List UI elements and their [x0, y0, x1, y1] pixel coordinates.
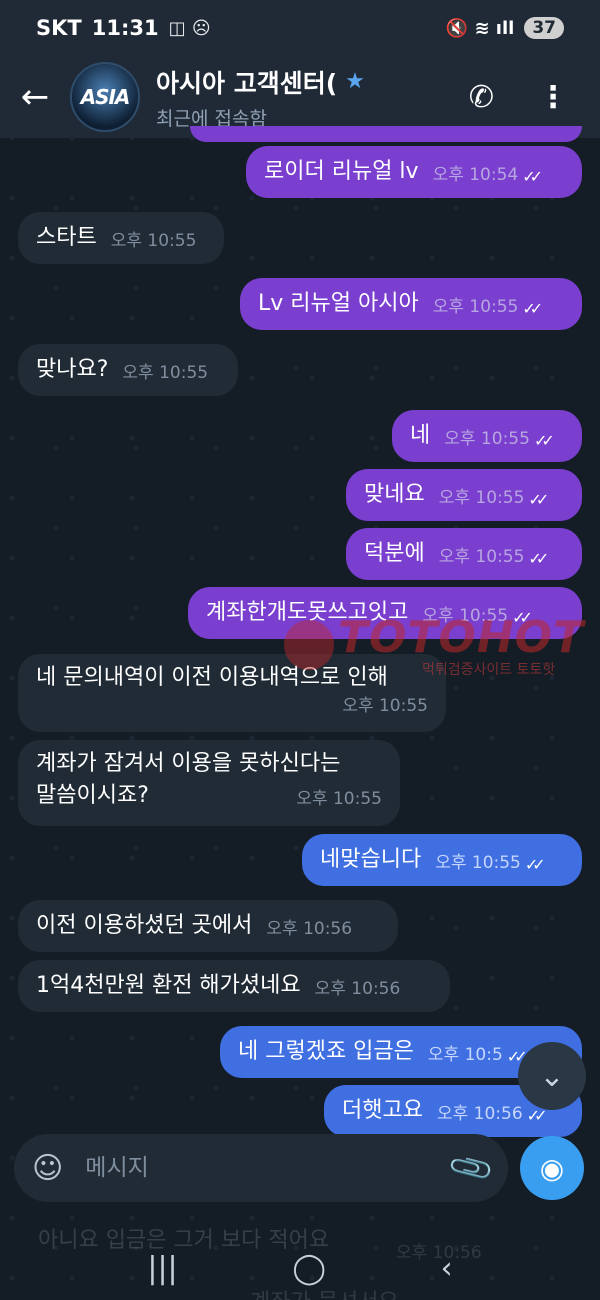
message-outgoing[interactable]: 네 오후 10:55 ✓✓: [392, 410, 582, 462]
avatar[interactable]: ASIA: [70, 62, 140, 132]
message-outgoing[interactable]: 맞네요 오후 10:55 ✓✓: [346, 469, 582, 521]
signal-icons: 🔇 ≋ ıll: [445, 17, 515, 39]
message-text: 맞네요: [364, 482, 425, 507]
back-arrow-icon[interactable]: ←: [0, 56, 70, 138]
message-time: 오후 10:55: [110, 231, 197, 252]
message-time: 오후 10:55: [122, 363, 209, 384]
message-incoming[interactable]: 1억4천만원 환전 해가셨네요 오후 10:56: [18, 960, 450, 1012]
message-incoming[interactable]: 이전 이용하셨던 곳에서 오후 10:56: [18, 900, 398, 952]
message-outgoing[interactable]: 네맞습니다 오후 10:55 ✓✓: [302, 834, 582, 886]
message-time: 오후 10:55: [435, 853, 521, 874]
message-time: 오후 10:56: [314, 979, 401, 1000]
message-time: 오후 10:55: [444, 429, 530, 450]
message-time: 오후 10:56: [436, 1104, 523, 1125]
scroll-down-button[interactable]: ⌄: [518, 1042, 586, 1110]
read-ticks-icon: ✓✓: [522, 298, 543, 318]
carrier-label: SKT: [36, 16, 82, 40]
message-text-line: 계좌가 잠겨서 이용을 못하신다는: [36, 751, 341, 776]
message-text: 로이더 리뉴얼 lv: [264, 159, 419, 184]
message-time: 오후 10:55: [438, 547, 525, 568]
phone-icon[interactable]: ✆: [469, 80, 494, 115]
attach-icon[interactable]: 📎: [446, 1143, 497, 1193]
message-outgoing[interactable]: 덕분에 오후 10:55 ✓✓: [346, 528, 582, 580]
chat-title: 아시아 고객센터(: [156, 68, 338, 98]
message-time: 오후 10:55: [432, 297, 519, 318]
message-text: 네: [410, 423, 431, 448]
message-outgoing[interactable]: Lv 리뉴얼 아시아 오후 10:55 ✓✓: [240, 278, 582, 330]
read-ticks-icon: ✓✓: [533, 430, 555, 450]
recent-apps-icon[interactable]: |||: [147, 1251, 177, 1286]
message-text: 네 그렇겠죠 입금은: [238, 1039, 414, 1064]
read-ticks-icon: ✓✓: [524, 854, 546, 874]
message-time: 오후 10:5: [427, 1045, 503, 1066]
message-time: 오후 10:54: [432, 165, 519, 186]
notification-icons: ◫ ☹: [168, 17, 211, 39]
sticker-icon[interactable]: ☺: [32, 1151, 63, 1186]
message-text-line: 말씀이시죠?: [36, 782, 149, 808]
partial-message-bubble: [190, 126, 582, 142]
message-time: 오후 10:55: [422, 606, 509, 627]
message-incoming[interactable]: 스타트 오후 10:55: [18, 212, 224, 264]
read-ticks-icon: ✓✓: [512, 607, 533, 627]
read-ticks-icon: ✓✓: [528, 489, 549, 509]
battery-icon: 37: [524, 17, 564, 39]
message-text: 덕분에: [364, 541, 425, 566]
message-text: 맞나요?: [36, 357, 109, 382]
camera-button[interactable]: ◉: [520, 1136, 584, 1200]
message-incoming[interactable]: 네 문의내역이 이전 이용내역으로 인해 오후 10:55: [18, 654, 446, 732]
message-outgoing[interactable]: 로이더 리뉴얼 lv 오후 10:54 ✓✓: [246, 146, 582, 198]
message-time: 오후 10:56: [266, 919, 353, 940]
star-icon: ★: [345, 69, 365, 94]
read-ticks-icon: ✓✓: [522, 166, 543, 186]
system-nav-bar: ||| ◯ ‹: [0, 1236, 600, 1300]
message-input-bar: ☺ 📎: [14, 1134, 508, 1202]
read-ticks-icon: ✓✓: [528, 548, 549, 568]
message-time: 오후 10:55: [296, 789, 382, 810]
message-incoming[interactable]: 맞나요? 오후 10:55: [18, 344, 238, 396]
back-icon[interactable]: ‹: [441, 1251, 453, 1286]
message-text: 네맞습니다: [320, 847, 422, 872]
message-incoming[interactable]: 계좌가 잠겨서 이용을 못하신다는 말씀이시죠? 오후 10:55: [18, 740, 400, 826]
status-bar: SKT 11:31 ◫ ☹ 🔇 ≋ ıll 37: [0, 0, 600, 56]
chat-title-block[interactable]: 아시아 고객센터( ★ 최근에 접속함: [156, 64, 365, 131]
more-vertical-icon[interactable]: ⋮: [538, 80, 568, 115]
message-text: 스타트: [36, 225, 97, 250]
message-text: 더햇고요: [342, 1098, 423, 1123]
message-text: 이전 이용하셨던 곳에서: [36, 913, 253, 938]
message-input[interactable]: [85, 1155, 453, 1181]
clock: 11:31: [91, 16, 159, 40]
home-icon[interactable]: ◯: [292, 1251, 326, 1286]
message-time: 오후 10:55: [438, 488, 525, 509]
message-time: 오후 10:55: [342, 695, 428, 716]
message-text: 1억4천만원 환전 해가셨네요: [36, 973, 301, 998]
message-text: Lv 리뉴얼 아시아: [258, 291, 419, 316]
message-text: 계좌한개도못쓰고잇고: [206, 600, 409, 625]
message-text: 네 문의내역이 이전 이용내역으로 인해: [36, 665, 388, 690]
message-outgoing[interactable]: 계좌한개도못쓰고잇고 오후 10:55 ✓✓: [188, 587, 582, 639]
